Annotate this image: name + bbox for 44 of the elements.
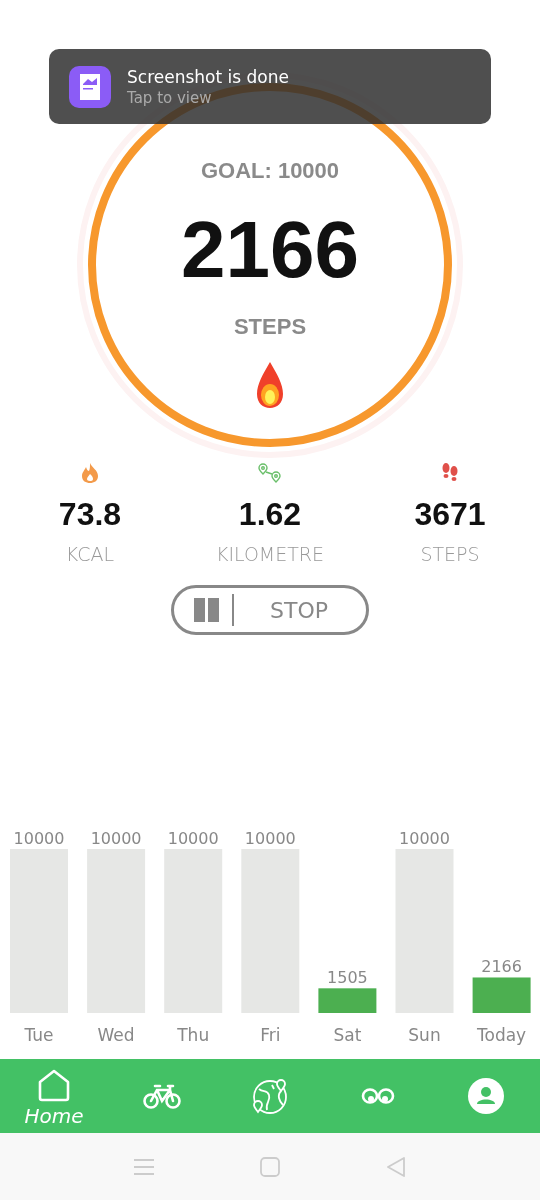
profile-icon bbox=[467, 1077, 505, 1115]
fireball-icon bbox=[255, 360, 285, 410]
bar-value-label: 10000 bbox=[399, 829, 450, 848]
day-bar bbox=[318, 988, 377, 1013]
day-bar bbox=[472, 977, 531, 1013]
day-label: Sun bbox=[408, 1025, 441, 1045]
day-label: Today bbox=[477, 1025, 527, 1045]
pause-icon[interactable] bbox=[194, 598, 220, 622]
stop-button[interactable]: STOP bbox=[270, 597, 328, 623]
day-label: Thu bbox=[177, 1025, 210, 1045]
notification-banner[interactable]: Screenshot is done Tap to view bbox=[49, 49, 491, 124]
day-label: Tue bbox=[24, 1025, 54, 1045]
stat-value: 1.62 bbox=[238, 496, 302, 533]
eyes-icon bbox=[361, 1086, 395, 1106]
globe-pins-icon bbox=[251, 1077, 289, 1115]
bar-value-label: 2166 bbox=[481, 957, 522, 977]
day-label: Sat bbox=[333, 1025, 362, 1045]
day-label: Wed bbox=[97, 1025, 135, 1045]
notification-title: Screenshot is done bbox=[127, 66, 289, 87]
home-square-icon[interactable] bbox=[260, 1156, 280, 1177]
stat-value: 73.8 bbox=[58, 496, 122, 533]
bar-value-label: 10000 bbox=[244, 829, 296, 848]
screenshot-app-icon bbox=[69, 65, 111, 108]
stat-unit: KCAL bbox=[65, 543, 115, 565]
day-label: Fri bbox=[260, 1025, 281, 1045]
bar-value-label: 10000 bbox=[13, 829, 65, 848]
bicycle-icon bbox=[143, 1082, 181, 1110]
notification-subtitle: Tap to view bbox=[127, 88, 213, 107]
bar-value-label: 10000 bbox=[167, 829, 219, 848]
bar-value-label: 1505 bbox=[327, 968, 368, 988]
step-count: 2166 bbox=[181, 210, 359, 290]
nav-tab[interactable]: Home bbox=[0, 1063, 108, 1133]
route-pins-icon bbox=[256, 462, 284, 484]
home-icon bbox=[37, 1068, 71, 1102]
footprints-icon bbox=[440, 462, 460, 484]
back-icon[interactable] bbox=[386, 1156, 406, 1177]
goal-label: GOAL: 10000 bbox=[200, 158, 340, 184]
menu-icon[interactable] bbox=[134, 1157, 154, 1176]
stat-unit: KILOMETRE bbox=[215, 543, 325, 565]
stat-unit: STEPS bbox=[420, 543, 480, 565]
bar-value-label: 10000 bbox=[90, 829, 142, 848]
steps-label: STEPS bbox=[233, 314, 307, 340]
stat-value: 3671 bbox=[414, 496, 486, 533]
flame-icon bbox=[80, 462, 100, 484]
